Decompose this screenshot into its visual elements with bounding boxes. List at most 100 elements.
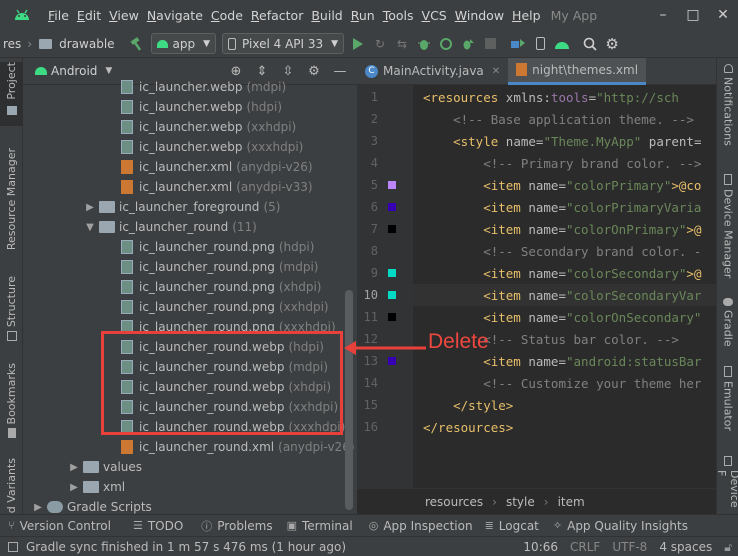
tree-item[interactable]: ic_launcher_round.png (hdpi)	[121, 237, 314, 257]
close-tab-icon[interactable]: ✕	[492, 66, 500, 77]
menu-item-code[interactable]: Code	[207, 8, 247, 23]
menu-item-view[interactable]: View	[105, 8, 143, 23]
tree-item[interactable]: ic_launcher_round.png (xhdpi)	[121, 277, 321, 297]
bookmarks-tool-tab[interactable]: Bookmarks	[0, 363, 23, 438]
line-number: 11	[363, 310, 378, 324]
color-swatch[interactable]	[388, 225, 396, 233]
run-config-select[interactable]: app ▼	[150, 33, 217, 54]
project-tool-tab[interactable]: Project	[0, 62, 23, 126]
code-editor[interactable]: 1 2 3 4 5 6 7 8 9 10 11 12 13 14 15 16 <resources xmlns…	[357, 85, 716, 488]
structure-tool-tab[interactable]: Structure	[0, 276, 23, 344]
lock-icon[interactable]: 🔓︎	[724, 540, 732, 555]
tree-item[interactable]: ▶ xml	[67, 477, 125, 497]
version-control-tool[interactable]: ⑂ Version Control	[8, 519, 111, 533]
app-inspection-tool[interactable]: ◎ App Inspection	[369, 519, 473, 533]
tree-item-name: ic_launcher.xml	[139, 160, 233, 174]
project-tree-scrollbar[interactable]	[345, 290, 353, 510]
logcat-tool[interactable]: ≣ Logcat	[485, 519, 539, 533]
device-select[interactable]: Pixel 4 API 33 ▼	[222, 33, 345, 54]
tree-item[interactable]: ▼ ic_launcher_round (11)	[83, 217, 257, 237]
apply-changes-icon[interactable]: ↻	[369, 33, 391, 55]
profile-icon[interactable]	[435, 33, 457, 55]
run-icon[interactable]	[347, 33, 369, 55]
breadcrumb-drawable[interactable]: drawable	[56, 37, 117, 51]
expand-arrow-closed-icon[interactable]: ▶	[67, 482, 81, 493]
file-encoding[interactable]: UTF-8	[612, 540, 647, 554]
caret-down-icon[interactable]: ▼	[105, 66, 112, 76]
tab-themes-xml[interactable]: night\themes.xml	[508, 57, 647, 85]
breadcrumb-style[interactable]: style	[506, 495, 535, 509]
menu-item-window[interactable]: Window	[451, 8, 508, 23]
app-quality-insights-tool[interactable]: ✧ App Quality Insights	[553, 519, 688, 533]
gradle-tool-tab[interactable]: Gradle	[717, 298, 738, 358]
tree-item[interactable]: ic_launcher.webp (xxxhdpi)	[121, 137, 303, 157]
settings-gear-icon[interactable]: ⚙	[601, 33, 623, 55]
expand-arrow-closed-icon[interactable]: ▶	[31, 502, 45, 513]
maximize-button[interactable]: □	[678, 7, 708, 23]
device-manager-icon[interactable]	[529, 33, 551, 55]
tree-item[interactable]: ic_launcher.webp (mdpi)	[121, 77, 286, 97]
device-manager-tool-tab[interactable]: Device Manager	[717, 174, 738, 294]
color-swatch[interactable]	[388, 291, 396, 299]
menu-item-run[interactable]: Run	[347, 8, 379, 23]
expand-arrow-open-icon[interactable]: ▼	[83, 222, 97, 233]
tree-item-name: ic_launcher.webp	[139, 140, 243, 154]
notifications-tool-tab[interactable]: Notifications	[717, 64, 738, 164]
tree-item[interactable]: ▶ ic_launcher_foreground (5)	[83, 197, 280, 217]
menu-item-navigate[interactable]: Navigate	[143, 8, 207, 23]
debug-icon[interactable]	[413, 33, 435, 55]
hammer-build-icon[interactable]	[126, 33, 148, 55]
color-swatch[interactable]	[388, 269, 396, 277]
tree-item[interactable]: ic_launcher.xml (anydpi-v33)	[121, 177, 313, 197]
expand-arrow-closed-icon[interactable]: ▶	[67, 462, 81, 473]
code-line: <item name= "colorOnSecondary"	[423, 306, 701, 328]
tree-item[interactable]: ic_launcher_round.xml (anydpi-v26)	[121, 437, 355, 457]
menu-item-edit[interactable]: Edit	[73, 8, 105, 23]
color-swatch[interactable]	[388, 313, 396, 321]
indent-setting[interactable]: 4 spaces	[659, 540, 712, 554]
menu-item-tools[interactable]: Tools	[379, 8, 418, 23]
color-swatch[interactable]	[388, 181, 396, 189]
menu-item-refactor[interactable]: Refactor	[247, 8, 307, 23]
close-button[interactable]: ✕	[708, 7, 738, 23]
sync-gradle-icon[interactable]	[507, 33, 529, 55]
status-message[interactable]: Gradle sync finished in 1 m 57 s 476 ms …	[26, 540, 346, 554]
menu-item-help[interactable]: Help	[508, 8, 545, 23]
resource-manager-tool-tab[interactable]: Resource Manager	[0, 148, 23, 283]
tree-item[interactable]: ic_launcher.webp (xxhdpi)	[121, 117, 296, 137]
attach-debugger-icon[interactable]	[457, 33, 479, 55]
build-variants-tool-tab[interactable]: d Variants	[0, 458, 23, 514]
line-separator[interactable]: CRLF	[570, 540, 600, 554]
apply-code-changes-icon[interactable]: ⇆	[391, 33, 413, 55]
tree-item[interactable]: ic_launcher.xml (anydpi-v26)	[121, 157, 313, 177]
tree-item[interactable]: ▶ values	[67, 457, 142, 477]
caret-position[interactable]: 10:66	[523, 540, 558, 554]
minimize-button[interactable]: –	[648, 7, 678, 23]
todo-tool[interactable]: ☰ TODO	[133, 519, 183, 533]
tree-item[interactable]: ic_launcher_round.png (xxhdpi)	[121, 297, 329, 317]
device-file-explorer-tool-tab[interactable]: Device F	[715, 456, 738, 514]
menu-item-build[interactable]: Build	[307, 8, 346, 23]
hide-panel-icon[interactable]: —	[327, 64, 353, 79]
color-swatch[interactable]	[388, 203, 396, 211]
breadcrumb-resources[interactable]: resources	[425, 495, 483, 509]
tab-main-activity[interactable]: C MainActivity.java ✕	[357, 58, 508, 85]
project-view-select[interactable]: Android	[51, 64, 97, 78]
emulator-tool-tab[interactable]: Emulator	[717, 366, 738, 436]
tree-item[interactable]: ic_launcher_round.png (mdpi)	[121, 257, 318, 277]
expand-arrow-closed-icon[interactable]: ▶	[83, 202, 97, 213]
xml-file-icon	[516, 63, 528, 76]
breadcrumb-res[interactable]: res	[0, 37, 24, 51]
code-token: "colorOnPrimary"	[566, 221, 687, 237]
sdk-manager-icon[interactable]	[551, 33, 573, 55]
insights-icon: ✧	[552, 519, 563, 532]
breadcrumb-item[interactable]: item	[558, 495, 585, 509]
search-icon[interactable]	[579, 33, 601, 55]
options-gear-icon[interactable]: ⚙	[301, 64, 327, 79]
menu-item-vcs[interactable]: VCS	[418, 8, 451, 23]
tree-item[interactable]: ic_launcher.webp (hdpi)	[121, 97, 282, 117]
problems-tool[interactable]: ⓘ Problems	[201, 518, 272, 534]
terminal-tool[interactable]: ▣ Terminal	[287, 519, 353, 533]
menu-item-file[interactable]: File	[44, 8, 73, 23]
stop-icon[interactable]	[479, 33, 501, 55]
